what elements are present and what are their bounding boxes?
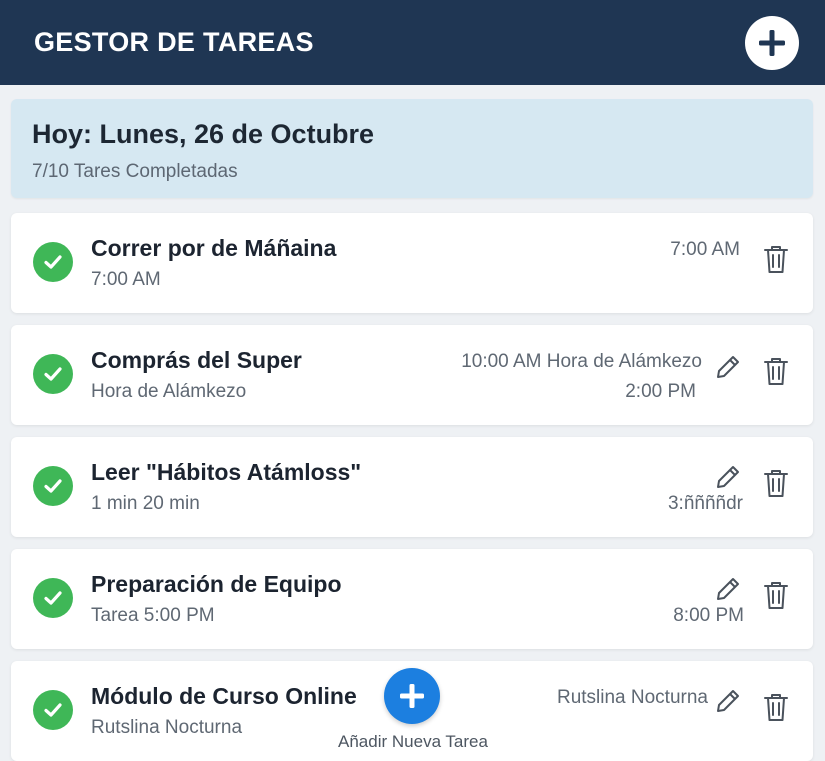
task-time: 7:00 AM <box>670 239 740 260</box>
pencil-icon[interactable] <box>712 685 744 717</box>
task-title: Comprás del Super <box>91 347 302 373</box>
plus-icon <box>759 29 785 56</box>
task-card[interactable]: Preparación de Equipo Tarea 5:00 PM 8:00… <box>11 549 813 649</box>
check-icon[interactable] <box>33 242 73 282</box>
header-add-button[interactable] <box>745 15 799 70</box>
trash-icon[interactable] <box>760 243 792 275</box>
pencil-icon[interactable] <box>712 573 744 605</box>
trash-icon[interactable] <box>760 691 792 723</box>
task-time-secondary: 2:00 PM <box>625 381 696 402</box>
task-time: 10:00 AM Hora de Alámkezo <box>461 351 702 372</box>
task-subtitle: Tarea 5:00 PM <box>91 605 215 626</box>
task-card[interactable]: Correr por de Máñaina 7:00 AM 7:00 AM <box>11 213 813 313</box>
pencil-icon[interactable] <box>712 461 744 493</box>
task-card[interactable]: Comprás del Super Hora de Alámkezo 10:00… <box>11 325 813 425</box>
task-card[interactable]: Leer "Hábitos Atámloss" 1 min 20 min 3:ñ… <box>11 437 813 537</box>
trash-icon[interactable] <box>760 579 792 611</box>
summary-date: Hoy: Lunes, 26 de Octubre <box>32 119 375 149</box>
task-subtitle: 1 min 20 min <box>91 493 200 514</box>
check-icon[interactable] <box>33 354 73 394</box>
task-title: Correr por de Máñaina <box>91 235 337 261</box>
pencil-icon[interactable] <box>712 351 744 383</box>
task-title: Preparación de Equipo <box>91 571 342 597</box>
add-task-button[interactable] <box>384 668 440 724</box>
app-header: GESTOR DE TAREAS <box>0 0 825 85</box>
task-title: Módulo de Curso Online <box>91 683 357 709</box>
check-icon[interactable] <box>33 466 73 506</box>
check-icon[interactable] <box>33 578 73 618</box>
task-time: Rutslina Nocturna <box>556 687 708 708</box>
trash-icon[interactable] <box>760 355 792 387</box>
task-subtitle: 7:00 AM <box>91 269 161 290</box>
task-time: 3:ññññdr <box>667 493 743 514</box>
add-task-label[interactable]: Añadir Nueva Tarea <box>331 732 495 752</box>
trash-icon[interactable] <box>760 467 792 499</box>
task-title: Leer "Hábitos Atámloss" <box>91 459 362 485</box>
task-subtitle: Hora de Alámkezo <box>91 381 247 402</box>
summary-progress: 7/10 Tares Completadas <box>32 161 238 182</box>
plus-icon <box>400 684 424 708</box>
task-subtitle: Rutslina Nocturna <box>91 717 243 738</box>
task-time: 8:00 PM <box>673 605 744 626</box>
check-icon[interactable] <box>33 690 73 730</box>
day-summary: Hoy: Lunes, 26 de Octubre 7/10 Tares Com… <box>11 99 813 198</box>
app-title: GESTOR DE TAREAS <box>34 27 314 57</box>
